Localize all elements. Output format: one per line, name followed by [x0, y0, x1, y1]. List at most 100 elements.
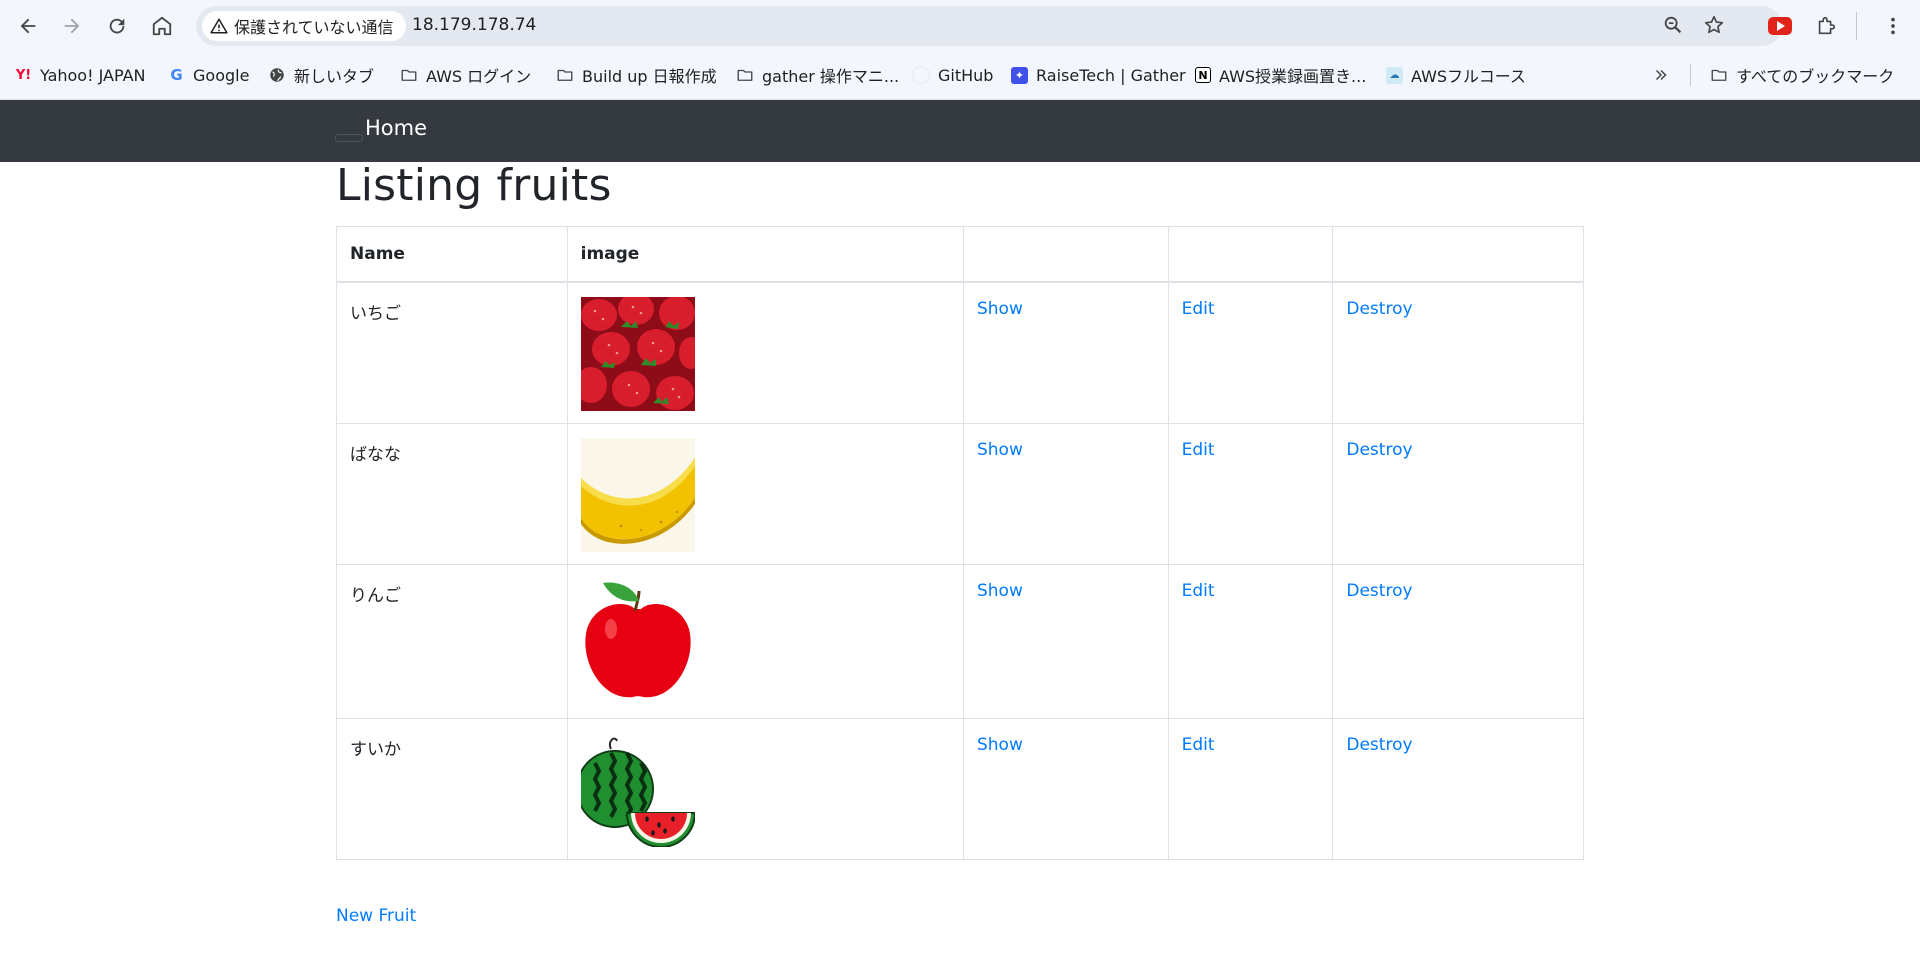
show-link[interactable]: Show	[977, 299, 1023, 319]
youtube-extension-button[interactable]	[1767, 13, 1793, 39]
arrow-left-icon	[20, 18, 36, 34]
address-bar[interactable]: 保護されていない通信 18.179.178.74	[196, 6, 1782, 46]
double-chevron-right-icon	[1655, 69, 1667, 81]
bookmark-gather-manual[interactable]: gather 操作マニ...	[736, 62, 899, 88]
show-cell: Show	[962, 281, 1169, 424]
github-icon	[912, 66, 930, 84]
fruit-name: ばなな	[336, 423, 568, 565]
destroy-link[interactable]: Destroy	[1346, 735, 1412, 755]
bookmark-label: AWS授業録画置き...	[1219, 67, 1367, 86]
table-header-row: Name image	[336, 226, 1584, 283]
show-cell: Show	[962, 423, 1169, 565]
table-row: りんご Show Edit Destroy	[336, 564, 1584, 719]
security-label: 保護されていない通信	[234, 18, 394, 37]
fruit-name: いちご	[336, 281, 568, 424]
show-link[interactable]: Show	[977, 735, 1023, 755]
globe-icon	[270, 68, 284, 82]
banana-image	[580, 438, 695, 552]
extensions-button[interactable]	[1813, 13, 1839, 39]
bookmark-yahoo[interactable]: Y! Yahoo! JAPAN	[15, 62, 146, 88]
all-bookmarks-button[interactable]: すべてのブックマーク	[1710, 62, 1894, 88]
home-button[interactable]	[146, 10, 178, 42]
edit-link[interactable]: Edit	[1182, 735, 1215, 755]
edit-cell: Edit	[1167, 718, 1334, 860]
bookmark-google[interactable]: G Google	[168, 62, 249, 88]
yahoo-icon: Y!	[15, 67, 32, 83]
bookmark-label: すべてのブックマーク	[1736, 67, 1895, 86]
browser-toolbar: 保護されていない通信 18.179.178.74	[0, 0, 1920, 52]
site-navbar: Home	[0, 100, 1920, 162]
zoom-button[interactable]	[1662, 14, 1686, 38]
bookmark-aws-recordings[interactable]: N AWS授業録画置き...	[1195, 62, 1366, 88]
bookmarks-bar: Y! Yahoo! JAPAN G Google 新しいタブ AWS ログイン …	[0, 52, 1920, 100]
security-indicator[interactable]: 保護されていない通信	[202, 11, 406, 41]
table-row: ばなな Show Edit Destroy	[336, 423, 1584, 565]
toolbar-divider	[1856, 12, 1857, 40]
bookmark-star-button[interactable]	[1703, 14, 1727, 38]
bookmark-new-tab[interactable]: 新しいタブ	[268, 62, 374, 88]
bookmark-github[interactable]: GitHub	[912, 62, 993, 88]
fruit-name: すいか	[336, 718, 568, 860]
fruit-image-cell	[566, 281, 964, 424]
destroy-link[interactable]: Destroy	[1346, 581, 1412, 601]
bookmark-label: 新しいタブ	[294, 67, 375, 86]
puzzle-icon	[1818, 16, 1836, 35]
destroy-link[interactable]: Destroy	[1346, 440, 1412, 460]
folder-icon	[737, 69, 753, 81]
gather-icon: ✦	[1011, 66, 1028, 84]
bookmarks-overflow-button[interactable]	[1652, 62, 1670, 88]
edit-cell: Edit	[1167, 564, 1334, 719]
reload-button[interactable]	[101, 10, 133, 42]
table-row: いちご Show Edit Destroy	[336, 281, 1584, 424]
edit-link[interactable]: Edit	[1182, 299, 1215, 319]
fruit-image-cell	[566, 564, 964, 719]
zoom-icon	[1664, 16, 1682, 34]
column-header-destroy	[1332, 226, 1584, 283]
show-link[interactable]: Show	[977, 440, 1023, 460]
bookmark-label: Google	[193, 65, 250, 85]
aws-course-icon: ☁	[1386, 66, 1403, 84]
fruit-image-cell	[566, 423, 964, 565]
column-header-show	[962, 226, 1169, 283]
bookmark-label: Yahoo! JAPAN	[40, 65, 146, 85]
column-header-edit	[1167, 226, 1334, 283]
url-text[interactable]: 18.179.178.74	[412, 15, 536, 35]
home-icon	[152, 16, 172, 36]
forward-button[interactable]	[56, 10, 88, 42]
bookmark-build-up[interactable]: Build up 日報作成	[556, 62, 717, 88]
bookmark-aws-login[interactable]: AWS ログイン	[400, 62, 531, 88]
bookmark-raisetech-gather[interactable]: ✦ RaiseTech | Gather	[1011, 62, 1186, 88]
destroy-cell: Destroy	[1332, 281, 1584, 424]
navbar-toggler[interactable]	[335, 134, 363, 142]
bookmark-label: RaiseTech | Gather	[1036, 65, 1186, 85]
new-fruit-link[interactable]: New Fruit	[336, 906, 416, 926]
menu-button[interactable]	[1880, 13, 1906, 39]
show-link[interactable]: Show	[977, 581, 1023, 601]
warning-icon	[210, 18, 228, 34]
bookmark-label: GitHub	[938, 65, 994, 85]
bookmark-label: AWS ログイン	[426, 67, 532, 86]
watermelon-image	[580, 733, 695, 847]
table-row: すいか Show Edit Destroy	[336, 718, 1584, 860]
bookmark-aws-full-course[interactable]: ☁ AWSフルコース	[1386, 62, 1526, 88]
strawberry-image	[580, 297, 695, 411]
back-button[interactable]	[12, 10, 44, 42]
page-title: Listing fruits	[336, 160, 612, 211]
fruit-name: りんご	[336, 564, 568, 719]
fruit-image-cell	[566, 718, 964, 860]
bookmark-label: Build up 日報作成	[582, 67, 717, 86]
nav-home-link[interactable]: Home	[365, 116, 427, 140]
reload-icon	[109, 18, 125, 34]
show-cell: Show	[962, 718, 1169, 860]
bookmark-label: gather 操作マニ...	[762, 67, 900, 86]
bookmarks-divider	[1690, 64, 1691, 86]
destroy-cell: Destroy	[1332, 564, 1584, 719]
folder-icon	[557, 69, 573, 81]
edit-link[interactable]: Edit	[1182, 440, 1215, 460]
bookmark-label: AWSフルコース	[1411, 67, 1526, 86]
destroy-link[interactable]: Destroy	[1346, 299, 1412, 319]
edit-cell: Edit	[1167, 281, 1334, 424]
star-icon	[1704, 15, 1724, 34]
column-header-image: image	[566, 226, 964, 283]
edit-link[interactable]: Edit	[1182, 581, 1215, 601]
